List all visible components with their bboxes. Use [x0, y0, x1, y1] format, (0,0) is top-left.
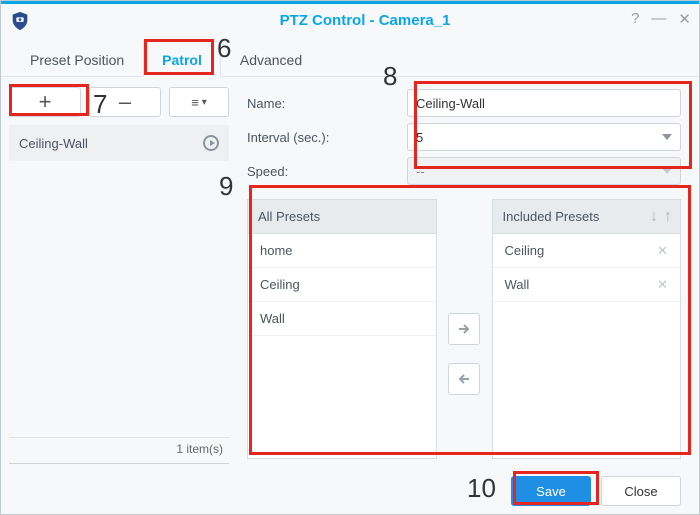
interval-label: Interval (sec.): — [247, 130, 407, 145]
speed-label: Speed: — [247, 164, 407, 179]
name-label: Name: — [247, 96, 407, 111]
tab-advanced[interactable]: Advanced — [221, 41, 321, 76]
chevron-down-icon — [662, 168, 672, 174]
sidebar-divider — [9, 463, 229, 467]
patrol-list-item[interactable]: Ceiling-Wall — [9, 125, 229, 161]
window-title: PTZ Control - Camera_1 — [31, 12, 699, 29]
remove-item-icon[interactable]: ✕ — [657, 243, 668, 259]
chevron-down-icon: ▾ — [202, 97, 207, 108]
chevron-down-icon — [662, 134, 672, 140]
move-down-icon[interactable]: ↓ — [650, 208, 658, 226]
patrol-main: Name: Ceiling-Wall Interval (sec.): 5 Sp… — [237, 77, 699, 467]
patrol-count: 1 item(s) — [9, 437, 229, 461]
arrow-left-icon — [457, 372, 471, 386]
close-button[interactable]: Close — [601, 476, 681, 506]
titlebar: PTZ Control - Camera_1 ? — ✕ — [1, 1, 699, 37]
remove-preset-button[interactable] — [448, 363, 480, 395]
save-button[interactable]: Save — [511, 476, 591, 506]
arrow-right-icon — [457, 322, 471, 336]
included-presets-header: Included Presets ↓ ↑ — [493, 200, 681, 234]
ptz-control-window: PTZ Control - Camera_1 ? — ✕ Preset Posi… — [0, 0, 700, 515]
app-badge-icon — [9, 10, 31, 32]
interval-select[interactable]: 5 — [407, 123, 681, 151]
interval-value: 5 — [416, 130, 423, 145]
move-up-icon[interactable]: ↑ — [664, 208, 672, 226]
minimize-button[interactable]: — — [651, 10, 666, 28]
speed-select[interactable]: -- — [407, 157, 681, 185]
remove-patrol-button[interactable]: – — [89, 87, 161, 117]
close-window-button[interactable]: ✕ — [678, 10, 691, 28]
speed-value: -- — [416, 164, 425, 179]
presets-transfer: All Presets home Ceiling Wall Included P… — [247, 199, 681, 459]
name-input[interactable]: Ceiling-Wall — [407, 89, 681, 117]
all-presets-header: All Presets — [248, 200, 436, 234]
add-preset-button[interactable] — [448, 313, 480, 345]
included-item[interactable]: Ceiling ✕ — [493, 234, 681, 268]
name-value: Ceiling-Wall — [416, 96, 485, 111]
sort-patrol-button[interactable]: ≡ ▾ — [169, 87, 229, 117]
help-button[interactable]: ? — [631, 10, 639, 28]
preset-item[interactable]: Ceiling — [248, 268, 436, 302]
tabs: Preset Position Patrol Advanced — [1, 37, 699, 77]
preset-item[interactable]: Wall — [248, 302, 436, 336]
preset-item[interactable]: home — [248, 234, 436, 268]
patrol-list: Ceiling-Wall — [9, 125, 229, 437]
patrol-sidebar: + – ≡ ▾ Ceiling-Wall 1 item(s) — [1, 77, 237, 467]
included-presets-list: Included Presets ↓ ↑ Ceiling ✕ Wall ✕ — [492, 199, 682, 459]
tab-preset-position[interactable]: Preset Position — [11, 41, 143, 76]
all-presets-list: All Presets home Ceiling Wall — [247, 199, 437, 459]
included-item[interactable]: Wall ✕ — [493, 268, 681, 302]
tab-patrol[interactable]: Patrol — [143, 41, 221, 77]
remove-item-icon[interactable]: ✕ — [657, 277, 668, 293]
annotation-label-10: 10 — [467, 473, 496, 504]
patrol-item-label: Ceiling-Wall — [19, 136, 88, 151]
play-icon[interactable] — [203, 135, 219, 151]
sort-icon: ≡ — [191, 95, 199, 110]
add-patrol-button[interactable]: + — [9, 87, 81, 117]
